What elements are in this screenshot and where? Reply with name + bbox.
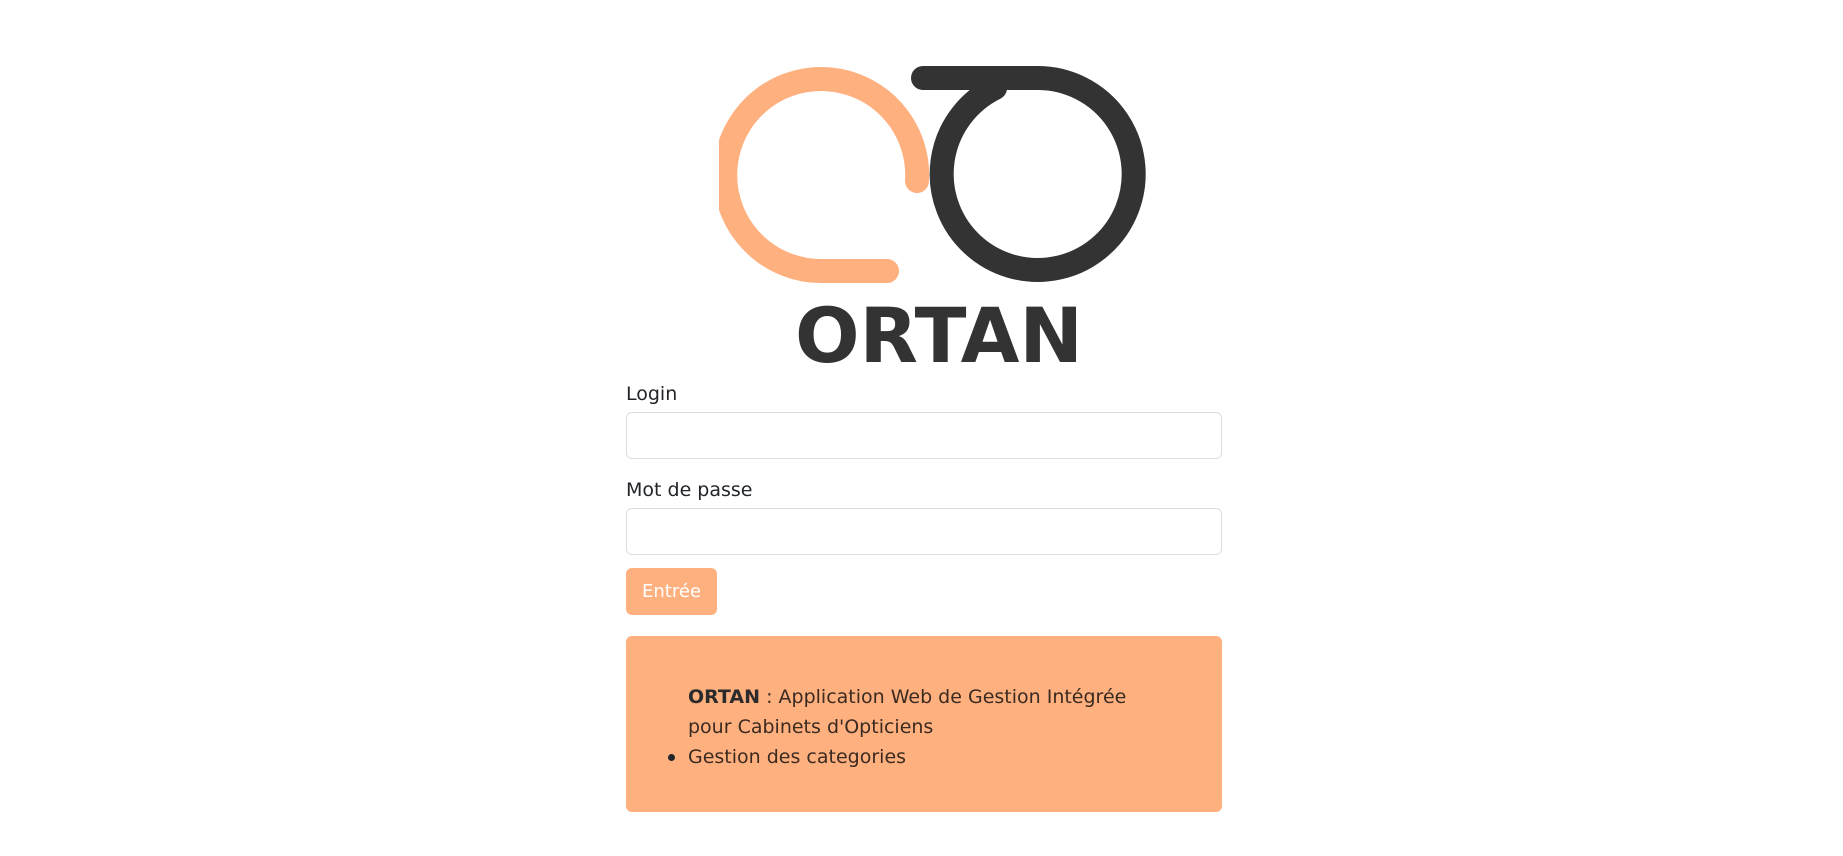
bullet-icon [668, 754, 675, 761]
feature-list: Gestion des categories [668, 742, 1162, 772]
ortan-logo: ORTAN [719, 66, 1159, 376]
submit-button[interactable]: Entrée [626, 568, 717, 615]
login-label: Login [626, 383, 678, 405]
login-input[interactable] [626, 412, 1222, 459]
list-item: Gestion des categories [668, 742, 1162, 772]
password-label: Mot de passe [626, 479, 753, 501]
info-panel: ORTAN : Application Web de Gestion Intég… [626, 636, 1222, 812]
password-group: Mot de passe [626, 478, 1222, 555]
password-input[interactable] [626, 508, 1222, 555]
logo-wordmark: ORTAN [795, 291, 1083, 376]
list-item-label: Gestion des categories [688, 746, 907, 768]
login-group: Login [626, 382, 1222, 459]
logo-dark-loop [911, 66, 1146, 282]
logo-orange-loop [719, 67, 930, 284]
logo-graphic: ORTAN [719, 66, 1146, 376]
login-form: Login Mot de passe Entrée [626, 382, 1222, 615]
info-description: ORTAN : Application Web de Gestion Intég… [688, 682, 1162, 742]
login-page: ORTAN Login Mot de passe Entrée ORTAN : … [0, 0, 1843, 856]
info-title: ORTAN [688, 686, 761, 708]
